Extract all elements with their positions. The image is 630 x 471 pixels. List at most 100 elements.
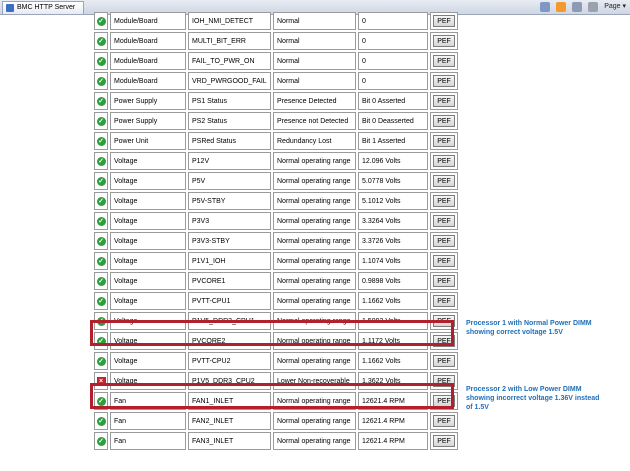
pef-button[interactable]: PEF: [433, 415, 455, 427]
sensor-row: ✓ Power Supply PS2 Status Presence not Dete…: [94, 112, 458, 130]
pef-cell: PEF: [430, 252, 458, 270]
sensor-name: P12V: [188, 152, 271, 170]
sensor-row: ✓ Voltage P5V Normal operating range 5.0778 …: [94, 172, 458, 190]
status-cell: ✓: [94, 32, 108, 50]
ok-status-icon: ✓: [96, 116, 106, 126]
sensor-name: PSRed Status: [188, 132, 271, 150]
sensor-row: ✓ Module/Board FAIL_TO_PWR_ON Normal 0 PEF: [94, 52, 458, 70]
sensor-name: IOH_NMI_DETECT: [188, 12, 271, 30]
sensor-type: Voltage: [110, 352, 186, 370]
pef-button[interactable]: PEF: [433, 215, 455, 227]
pef-cell: PEF: [430, 32, 458, 50]
ok-status-icon: ✓: [96, 416, 106, 426]
pef-button[interactable]: PEF: [433, 435, 455, 447]
pef-cell: PEF: [430, 152, 458, 170]
pef-button[interactable]: PEF: [433, 275, 455, 287]
status-cell: ✓: [94, 352, 108, 370]
sensor-row: ✓ Module/Board IOH_NMI_DETECT Normal 0 PEF: [94, 12, 458, 30]
sensor-name: PVTT-CPU1: [188, 292, 271, 310]
sensor-state: Normal operating range: [273, 212, 356, 230]
sensor-name: PVTT-CPU2: [188, 352, 271, 370]
sensor-row: ✓ Voltage PVTT-CPU1 Normal operating range 1…: [94, 292, 458, 310]
pef-button[interactable]: PEF: [433, 155, 455, 167]
sensor-state: Normal operating range: [273, 292, 356, 310]
sensor-type: Fan: [110, 432, 186, 450]
sensor-state: Presence not Detected: [273, 112, 356, 130]
sensor-state: Normal operating range: [273, 252, 356, 270]
sensor-name: PS1 Status: [188, 92, 271, 110]
pef-button[interactable]: PEF: [433, 55, 455, 67]
ok-status-icon: ✓: [96, 36, 106, 46]
pef-cell: PEF: [430, 92, 458, 110]
sensor-name: PS2 Status: [188, 112, 271, 130]
pef-cell: PEF: [430, 112, 458, 130]
sensor-state: Normal operating range: [273, 192, 356, 210]
cpu1-annotation-line1: Processor 1 with Normal Power DIMM: [466, 320, 592, 327]
status-cell: ✓: [94, 12, 108, 30]
status-cell: ✓: [94, 52, 108, 70]
pef-button[interactable]: PEF: [433, 355, 455, 367]
sensor-reading: 12.096 Volts: [358, 152, 428, 170]
pef-button[interactable]: PEF: [433, 75, 455, 87]
sensor-state: Normal operating range: [273, 152, 356, 170]
sensor-name: MULTI_BIT_ERR: [188, 32, 271, 50]
pef-button[interactable]: PEF: [433, 175, 455, 187]
pef-cell: PEF: [430, 212, 458, 230]
print-icon[interactable]: [588, 2, 599, 12]
sensor-reading: 12621.4 RPM: [358, 412, 428, 430]
sensor-reading: 12621.4 RPM: [358, 432, 428, 450]
sensor-reading: Bit 1 Asserted: [358, 132, 428, 150]
ok-status-icon: ✓: [96, 236, 106, 246]
ok-status-icon: ✓: [96, 256, 106, 266]
sensor-row: ✓ Voltage P1V1_IOH Normal operating range 1.…: [94, 252, 458, 270]
status-cell: ✓: [94, 112, 108, 130]
ok-status-icon: ✓: [96, 96, 106, 106]
sensor-reading: 3.3264 Volts: [358, 212, 428, 230]
pef-button[interactable]: PEF: [433, 35, 455, 47]
sensor-row: ✓ Voltage P3V3 Normal operating range 3.3264…: [94, 212, 458, 230]
ok-status-icon: ✓: [96, 216, 106, 226]
pef-button[interactable]: PEF: [433, 95, 455, 107]
sensor-reading: 3.3726 Volts: [358, 232, 428, 250]
sensor-type: Module/Board: [110, 72, 186, 90]
status-cell: ✓: [94, 292, 108, 310]
status-cell: ✓: [94, 212, 108, 230]
pef-button[interactable]: PEF: [433, 295, 455, 307]
mail-icon[interactable]: [572, 2, 583, 12]
sensor-reading: 0: [358, 12, 428, 30]
browser-tab[interactable]: BMC HTTP Server: [2, 1, 85, 14]
page-menu[interactable]: Page ▾: [604, 1, 626, 13]
sensor-reading: 1.1662 Volts: [358, 292, 428, 310]
pef-button[interactable]: PEF: [433, 135, 455, 147]
ok-status-icon: ✓: [96, 196, 106, 206]
sensor-row: ✓ Voltage P3V3-STBY Normal operating range 3…: [94, 232, 458, 250]
sensor-row: ✓ Power Unit PSRed Status Redundancy Lost Bi…: [94, 132, 458, 150]
pef-cell: PEF: [430, 352, 458, 370]
feeds-icon[interactable]: [556, 2, 567, 12]
home-icon[interactable]: [540, 2, 551, 12]
ok-status-icon: ✓: [96, 56, 106, 66]
sensor-row: ✓ Power Supply PS1 Status Presence Detected…: [94, 92, 458, 110]
pef-button[interactable]: PEF: [433, 195, 455, 207]
pef-button[interactable]: PEF: [433, 255, 455, 267]
pef-button[interactable]: PEF: [433, 235, 455, 247]
sensor-type: Voltage: [110, 192, 186, 210]
sensor-name: VRD_PWRGOOD_FAIL: [188, 72, 271, 90]
sensor-reading: Bit 0 Deasserted: [358, 112, 428, 130]
sensor-name: P5V: [188, 172, 271, 190]
sensor-name: FAIL_TO_PWR_ON: [188, 52, 271, 70]
pef-button[interactable]: PEF: [433, 115, 455, 127]
status-cell: ✓: [94, 432, 108, 450]
cpu2-highlight-box: [90, 383, 454, 409]
cpu2-annotation: Processor 2 with Low Power DIMM showing …: [466, 385, 599, 412]
sensor-state: Normal: [273, 52, 356, 70]
sensor-name: P3V3-STBY: [188, 232, 271, 250]
sensor-row: ✓ Voltage PVTT-CPU2 Normal operating range 1…: [94, 352, 458, 370]
sensor-type: Voltage: [110, 252, 186, 270]
pef-cell: PEF: [430, 412, 458, 430]
sensor-state: Normal: [273, 72, 356, 90]
ok-status-icon: ✓: [96, 16, 106, 26]
ok-status-icon: ✓: [96, 76, 106, 86]
pef-button[interactable]: PEF: [433, 15, 455, 27]
ok-status-icon: ✓: [96, 436, 106, 446]
